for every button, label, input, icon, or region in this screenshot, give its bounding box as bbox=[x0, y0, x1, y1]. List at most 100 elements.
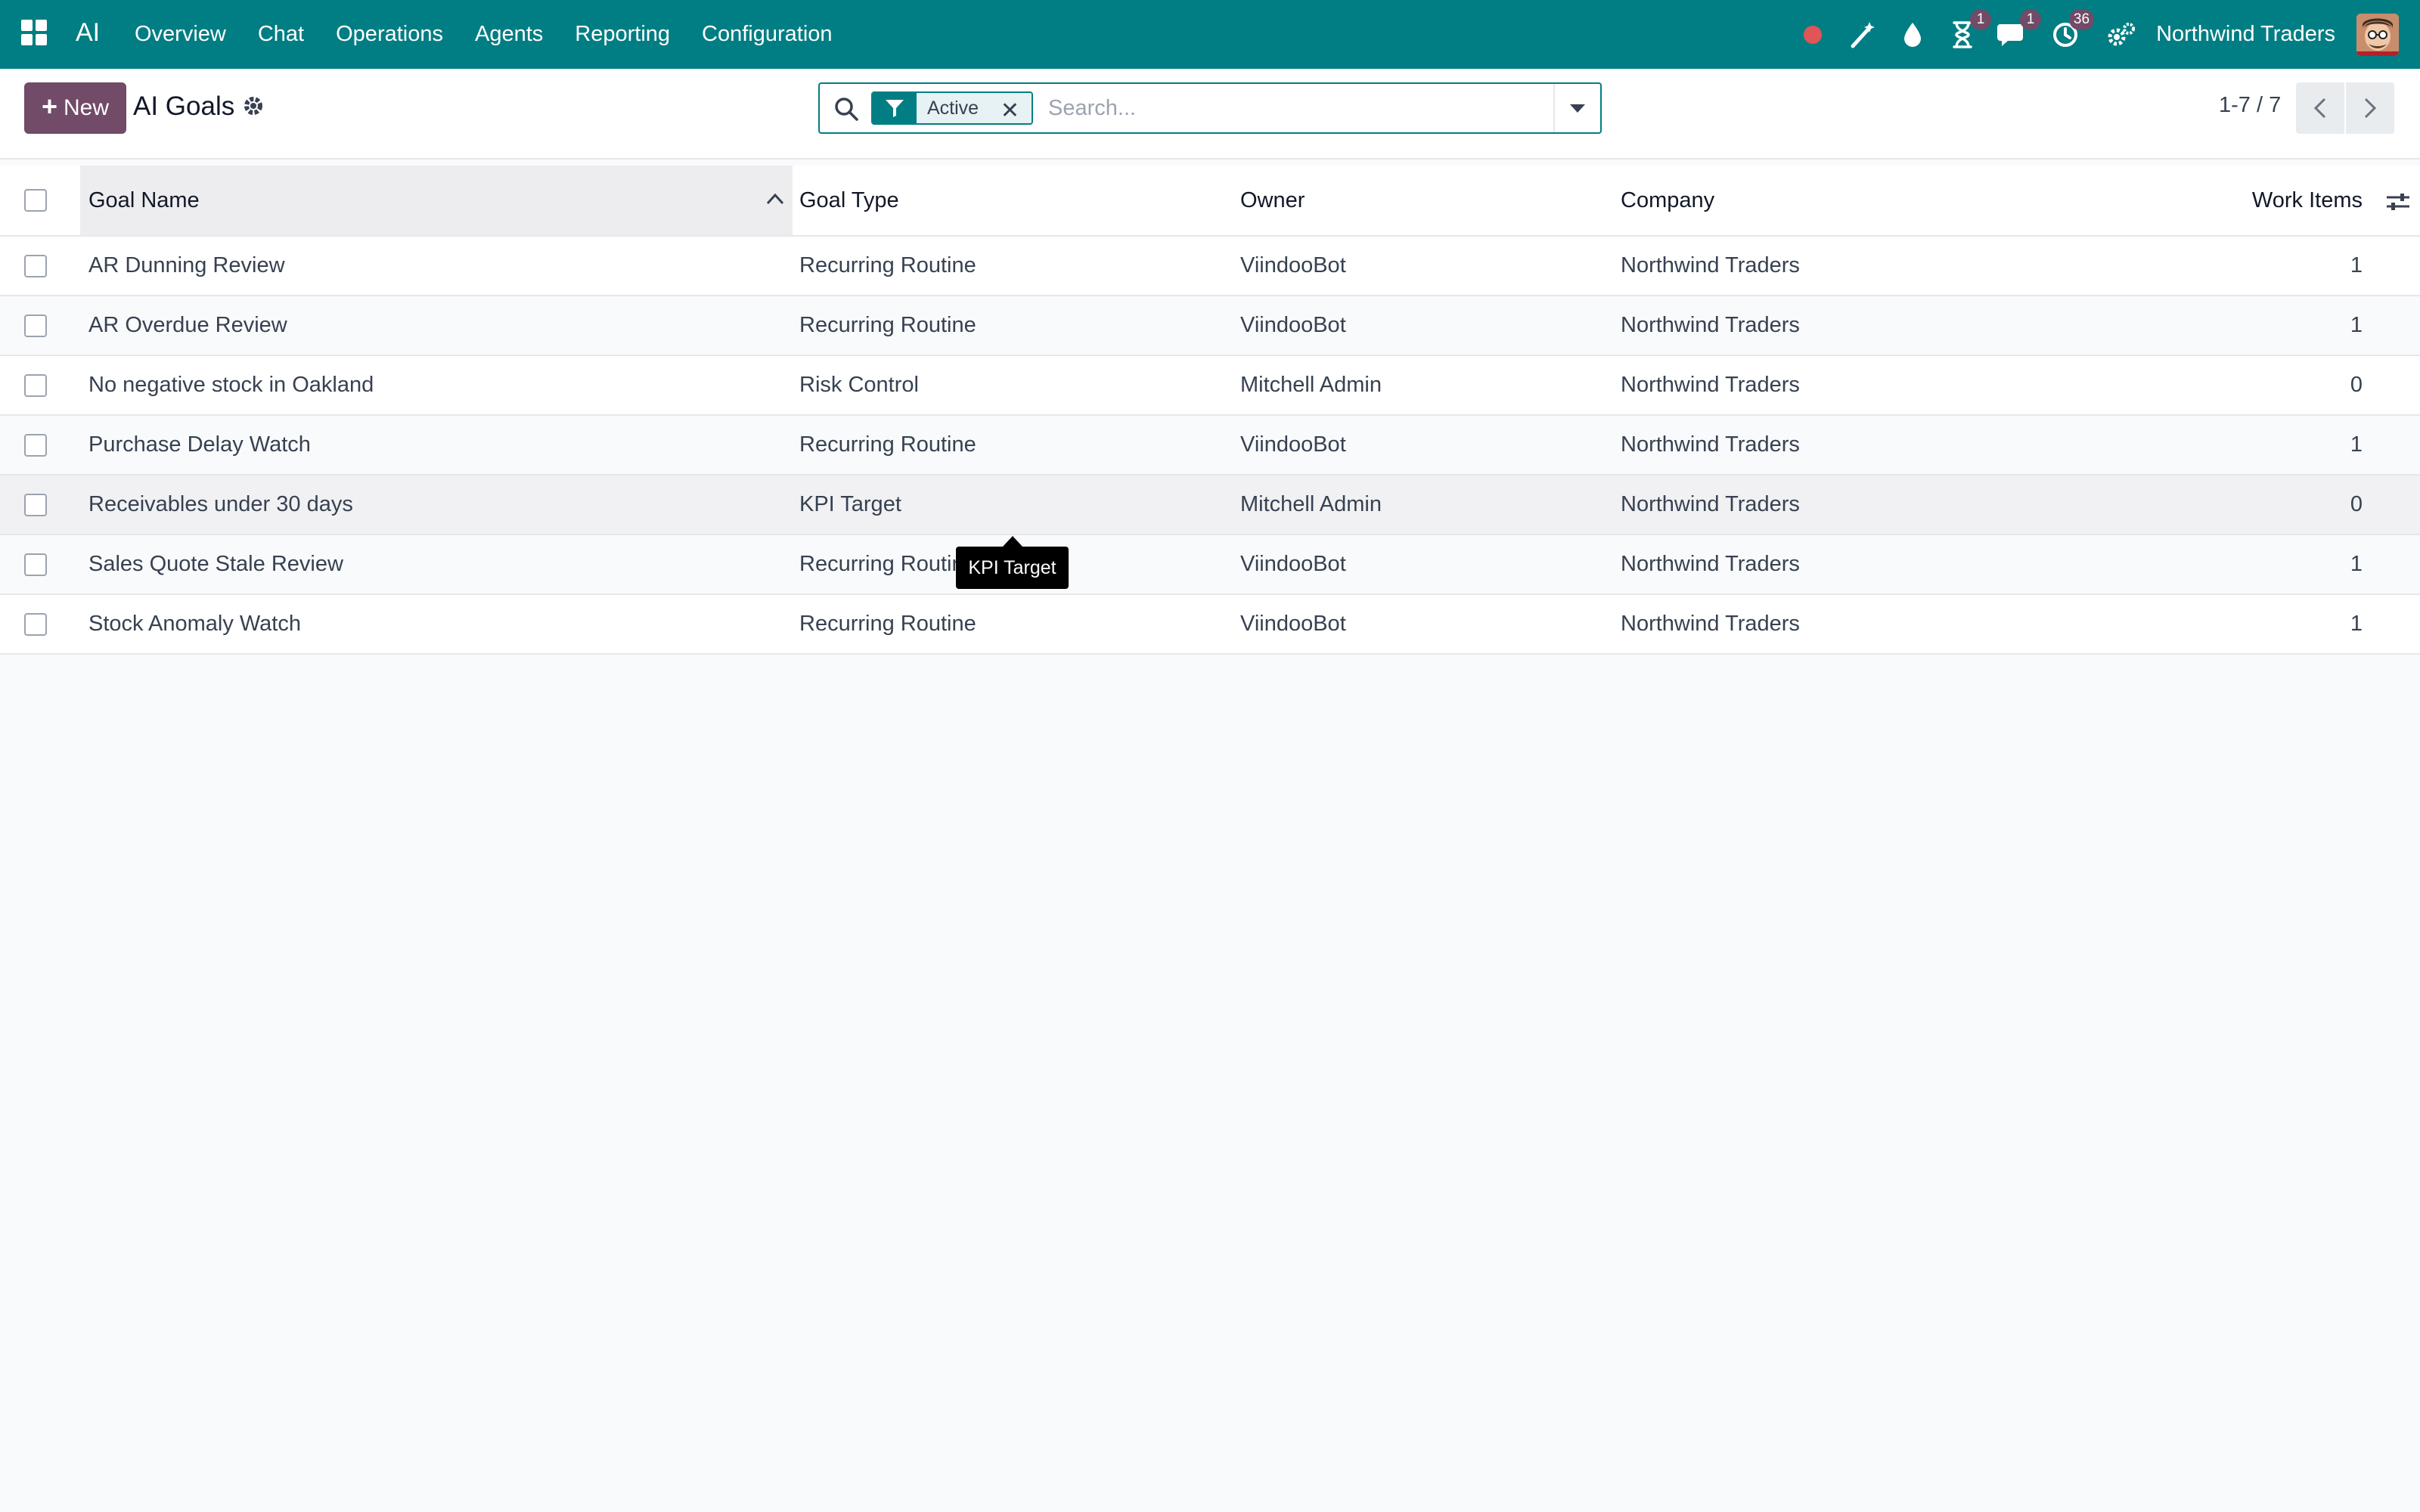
owner-cell: ViindooBot bbox=[1240, 552, 1346, 576]
table-row[interactable]: No negative stock in Oakland Risk Contro… bbox=[0, 355, 2420, 414]
search-options-toggle[interactable] bbox=[1553, 84, 1600, 132]
goal-type-cell: Recurring Routine bbox=[799, 552, 976, 576]
chevron-up-icon bbox=[765, 191, 785, 210]
systray: 1 1 36 Northwind Traders bbox=[1798, 0, 2420, 69]
work-items-cell: 0 bbox=[2350, 492, 2363, 516]
goal-type-tooltip: KPI Target bbox=[956, 547, 1069, 589]
search-panel: Active ✕ bbox=[818, 82, 1602, 134]
menu-item-operations[interactable]: Operations bbox=[320, 22, 459, 47]
row-checkbox[interactable] bbox=[24, 553, 47, 576]
table-row[interactable]: Receivables under 30 days KPI Target Mit… bbox=[0, 474, 2420, 534]
goal-type-cell: KPI Target bbox=[799, 492, 901, 516]
company-cell: Northwind Traders bbox=[1621, 612, 1800, 636]
chat-icon[interactable]: 1 bbox=[1997, 8, 2042, 50]
goal-name-cell: AR Overdue Review bbox=[88, 313, 287, 337]
apps-menu-icon[interactable] bbox=[21, 20, 48, 47]
menu-item-configuration[interactable]: Configuration bbox=[686, 22, 849, 47]
goal-name-cell: Stock Anomaly Watch bbox=[88, 612, 301, 636]
gear-icon[interactable] bbox=[242, 94, 265, 121]
top-navbar: AI Overview Chat Operations Agents Repor… bbox=[0, 0, 2420, 69]
work-items-cell: 1 bbox=[2350, 552, 2363, 576]
search-input[interactable] bbox=[1047, 93, 1546, 123]
row-checkbox[interactable] bbox=[24, 254, 47, 277]
column-header-company[interactable]: Company bbox=[1621, 166, 1714, 235]
menu-item-chat[interactable]: Chat bbox=[242, 22, 320, 47]
company-cell: Northwind Traders bbox=[1621, 492, 1800, 516]
work-items-cell: 1 bbox=[2350, 313, 2363, 337]
company-cell: Northwind Traders bbox=[1621, 373, 1800, 397]
plus-icon: + bbox=[41, 91, 57, 122]
column-header-work-items[interactable]: Work Items bbox=[2252, 166, 2363, 235]
main-menu: Overview Chat Operations Agents Reportin… bbox=[135, 0, 849, 69]
owner-cell: ViindooBot bbox=[1240, 432, 1346, 457]
pager-next-button[interactable] bbox=[2346, 82, 2394, 134]
menu-item-overview[interactable]: Overview bbox=[135, 22, 242, 47]
table-header: Goal Name Goal Type Owner Company Work I… bbox=[0, 166, 2420, 235]
table-row[interactable]: AR Dunning Review Recurring Routine Viin… bbox=[0, 235, 2420, 295]
goal-name-cell: Purchase Delay Watch bbox=[88, 432, 311, 457]
goal-type-cell: Recurring Routine bbox=[799, 253, 976, 277]
pager-previous-button[interactable] bbox=[2296, 82, 2344, 134]
new-button[interactable]: + New bbox=[24, 82, 126, 134]
goal-type-cell: Recurring Routine bbox=[799, 313, 976, 337]
facet-label: Active bbox=[927, 97, 979, 119]
column-header-owner[interactable]: Owner bbox=[1240, 166, 1305, 235]
work-items-cell: 1 bbox=[2350, 612, 2363, 636]
company-cell: Northwind Traders bbox=[1621, 253, 1800, 277]
hourglass-icon[interactable]: 1 bbox=[1947, 8, 1992, 50]
owner-cell: Mitchell Admin bbox=[1240, 373, 1382, 397]
work-items-cell: 1 bbox=[2350, 253, 2363, 277]
column-header-goal-name[interactable]: Goal Name bbox=[88, 166, 200, 235]
record-dot-icon[interactable] bbox=[1798, 20, 1828, 50]
filter-icon bbox=[873, 93, 917, 123]
row-checkbox[interactable] bbox=[24, 493, 47, 516]
page-title: AI Goals bbox=[133, 91, 235, 121]
close-icon[interactable]: ✕ bbox=[1001, 98, 1019, 123]
row-checkbox[interactable] bbox=[24, 612, 47, 636]
table-row[interactable]: Stock Anomaly Watch Recurring Routine Vi… bbox=[0, 593, 2420, 653]
table-row[interactable]: AR Overdue Review Recurring Routine Viin… bbox=[0, 295, 2420, 355]
new-button-label: New bbox=[64, 95, 110, 120]
table-row[interactable]: Purchase Delay Watch Recurring Routine V… bbox=[0, 414, 2420, 474]
goal-name-cell: AR Dunning Review bbox=[88, 253, 285, 277]
company-cell: Northwind Traders bbox=[1621, 552, 1800, 576]
owner-cell: Mitchell Admin bbox=[1240, 492, 1382, 516]
column-header-goal-type[interactable]: Goal Type bbox=[799, 166, 899, 235]
table-row[interactable]: Sales Quote Stale Review Recurring Routi… bbox=[0, 534, 2420, 593]
company-switcher[interactable]: Northwind Traders bbox=[2156, 22, 2335, 47]
row-checkbox[interactable] bbox=[24, 433, 47, 457]
work-items-cell: 0 bbox=[2350, 373, 2363, 397]
app-brand[interactable]: AI bbox=[76, 18, 100, 48]
timer-badge: 36 bbox=[2068, 8, 2095, 30]
messages-badge: 1 bbox=[2020, 8, 2042, 30]
user-avatar[interactable] bbox=[2356, 13, 2399, 56]
owner-cell: ViindooBot bbox=[1240, 612, 1346, 636]
goal-type-cell: Recurring Routine bbox=[799, 432, 976, 457]
owner-cell: ViindooBot bbox=[1240, 313, 1346, 337]
goal-type-cell: Recurring Routine bbox=[799, 612, 976, 636]
activities-badge: 1 bbox=[1970, 8, 1992, 30]
work-items-cell: 1 bbox=[2350, 432, 2363, 457]
pager-value[interactable]: 1-7 / 7 bbox=[2219, 93, 2281, 118]
gears-icon[interactable] bbox=[2106, 20, 2136, 50]
goal-type-cell: Risk Control bbox=[799, 373, 919, 397]
tooltip-arrow bbox=[1003, 536, 1022, 547]
row-checkbox[interactable] bbox=[24, 373, 47, 397]
select-all-checkbox[interactable] bbox=[24, 189, 47, 212]
magic-wand-icon[interactable] bbox=[1848, 20, 1878, 50]
row-checkbox[interactable] bbox=[24, 314, 47, 337]
chevron-right-icon bbox=[2364, 98, 2377, 119]
owner-cell: ViindooBot bbox=[1240, 253, 1346, 277]
clock-icon[interactable]: 36 bbox=[2050, 8, 2095, 50]
optional-columns-icon[interactable] bbox=[2385, 191, 2411, 216]
menu-item-agents[interactable]: Agents bbox=[459, 22, 559, 47]
goal-name-cell: No negative stock in Oakland bbox=[88, 373, 374, 397]
chevron-left-icon bbox=[2313, 98, 2326, 119]
droplet-icon[interactable] bbox=[1897, 20, 1928, 50]
company-cell: Northwind Traders bbox=[1621, 313, 1800, 337]
search-icon[interactable] bbox=[833, 96, 859, 125]
goals-list: Goal Name Goal Type Owner Company Work I… bbox=[0, 166, 2420, 655]
menu-item-reporting[interactable]: Reporting bbox=[559, 22, 686, 47]
goal-name-cell: Receivables under 30 days bbox=[88, 492, 353, 516]
goal-name-cell: Sales Quote Stale Review bbox=[88, 552, 343, 576]
